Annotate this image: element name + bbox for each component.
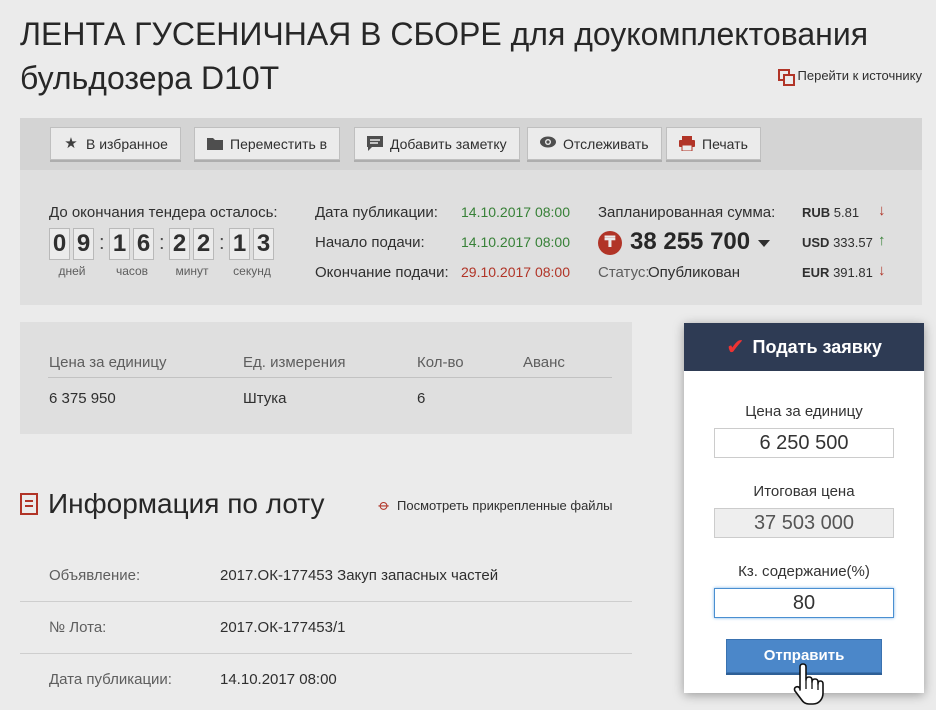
dialog-title: Подать заявку — [752, 336, 882, 357]
unit-price-input[interactable] — [714, 428, 894, 458]
total-price-field — [714, 508, 894, 538]
unit-price-label: Цена за единицу — [745, 403, 863, 420]
kz-content-input[interactable] — [714, 588, 894, 618]
dialog-header: ✔ Подать заявку — [684, 323, 924, 371]
hand-pointer-icon — [793, 663, 824, 705]
kz-content-label: Кз. содержание(%) — [738, 563, 870, 580]
total-price-label: Итоговая цена — [753, 483, 855, 500]
checkmark-icon: ✔ — [726, 334, 745, 359]
bid-dialog: ✔ Подать заявку Цена за единицу Итоговая… — [684, 323, 924, 693]
